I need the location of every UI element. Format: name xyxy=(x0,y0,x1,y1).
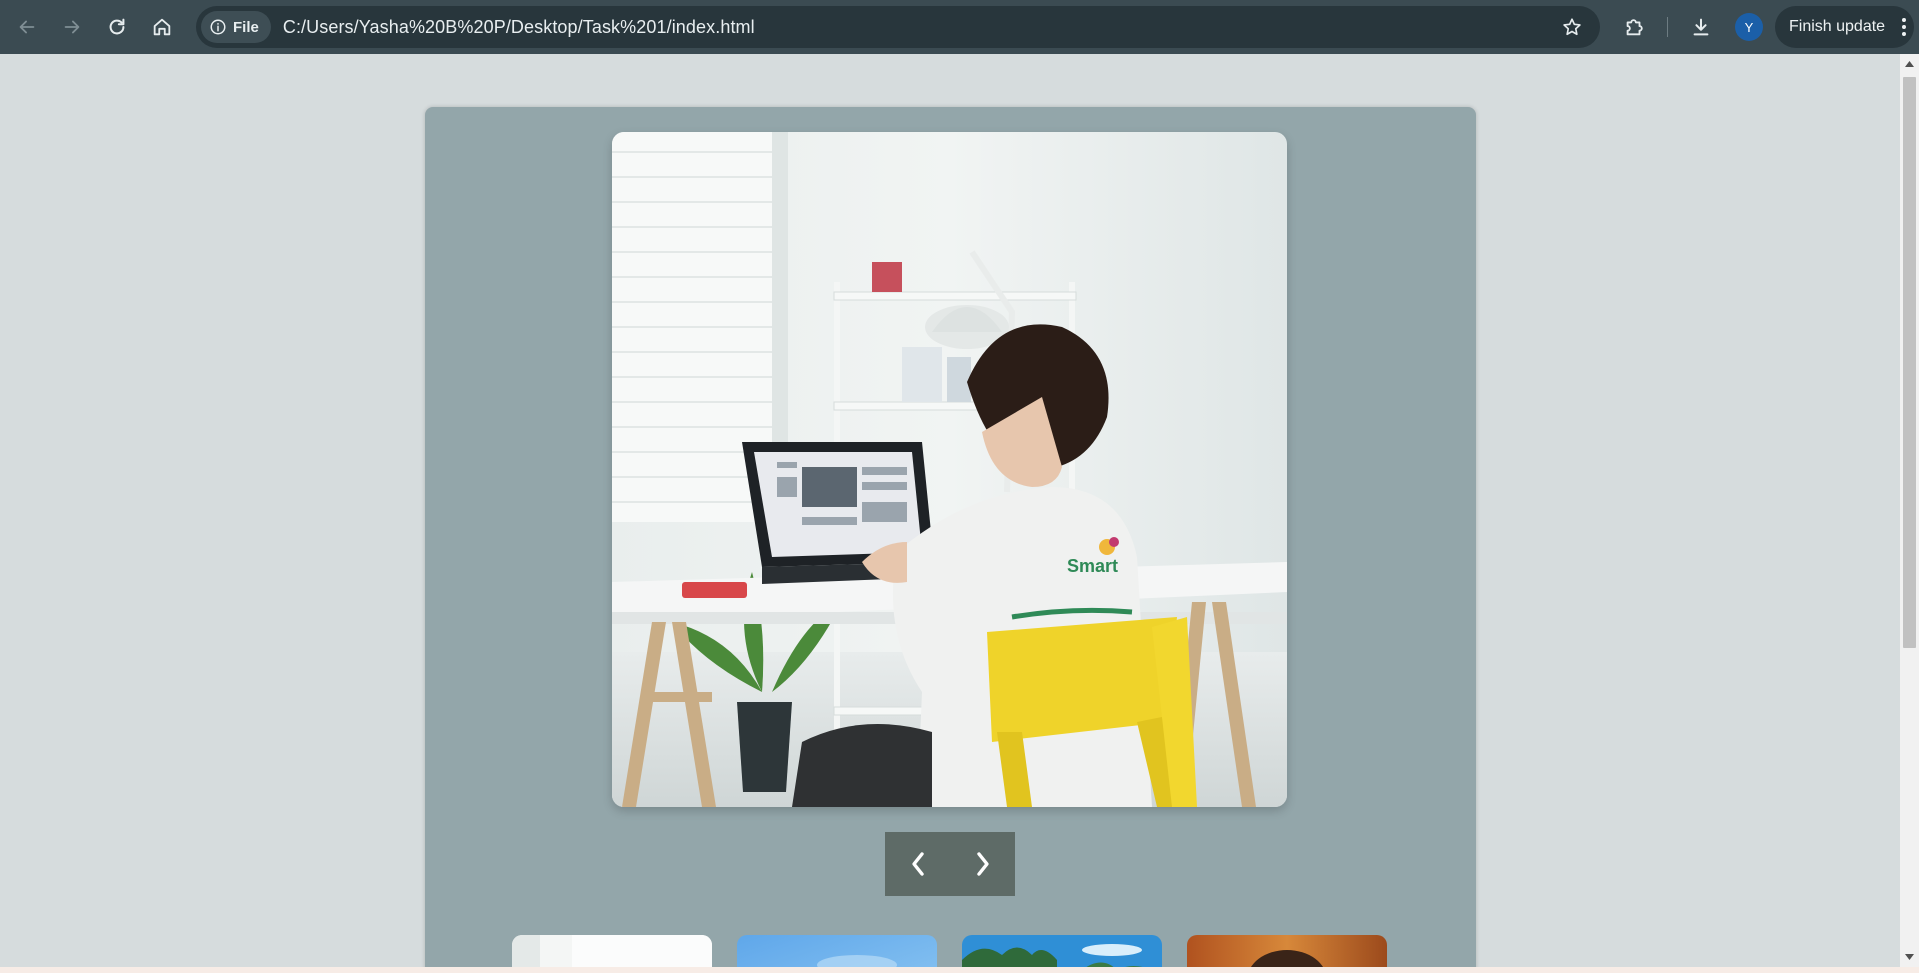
reload-icon xyxy=(109,18,125,35)
chevron-left-icon xyxy=(911,852,924,876)
download-icon xyxy=(1693,18,1709,36)
previous-button[interactable] xyxy=(885,832,950,896)
downloads-button[interactable] xyxy=(1683,9,1719,45)
forward-button[interactable] xyxy=(54,9,90,45)
home-icon xyxy=(153,18,171,36)
shirt-print-text: Smart xyxy=(1067,556,1118,576)
star-icon xyxy=(1563,18,1581,36)
more-menu-button[interactable] xyxy=(1895,14,1913,40)
site-chip-label: File xyxy=(233,18,259,36)
triangle-up-icon xyxy=(1905,61,1914,67)
main-gallery-image: Smart xyxy=(612,132,1287,807)
reload-button[interactable] xyxy=(99,9,135,45)
photo-person-at-desk-icon: Smart xyxy=(612,132,1287,807)
profile-avatar[interactable]: Y xyxy=(1735,13,1763,41)
finish-update-label: Finish update xyxy=(1789,18,1886,35)
scroll-down-button[interactable] xyxy=(1900,949,1919,965)
bottom-edge-strip xyxy=(0,967,1919,973)
bookmark-button[interactable] xyxy=(1556,11,1588,43)
scroll-up-button[interactable] xyxy=(1900,56,1919,72)
site-info-chip[interactable]: File xyxy=(201,11,271,43)
kebab-menu-icon xyxy=(1902,18,1907,36)
back-button[interactable] xyxy=(9,9,45,45)
url-text[interactable]: C:/Users/Yasha%20B%20P/Desktop/Task%201/… xyxy=(283,17,755,38)
browser-toolbar: File C:/Users/Yasha%20B%20P/Desktop/Task… xyxy=(0,0,1919,54)
next-button[interactable] xyxy=(950,832,1015,896)
extensions-button[interactable] xyxy=(1616,9,1652,45)
address-bar[interactable]: File C:/Users/Yasha%20B%20P/Desktop/Task… xyxy=(196,6,1600,48)
home-button[interactable] xyxy=(144,9,180,45)
info-icon xyxy=(210,19,226,35)
scroll-thumb[interactable] xyxy=(1903,77,1916,648)
page-scrollbar[interactable] xyxy=(1900,54,1919,967)
arrow-left-icon xyxy=(19,20,35,34)
finish-update-button[interactable]: Finish update xyxy=(1775,6,1914,48)
puzzle-icon xyxy=(1626,19,1643,36)
triangle-down-icon xyxy=(1905,954,1914,960)
slider-controls xyxy=(885,832,1015,896)
arrow-right-icon xyxy=(64,20,80,34)
gallery-container: Smart xyxy=(425,107,1476,973)
toolbar-divider xyxy=(1667,17,1668,37)
chevron-right-icon xyxy=(976,852,989,876)
